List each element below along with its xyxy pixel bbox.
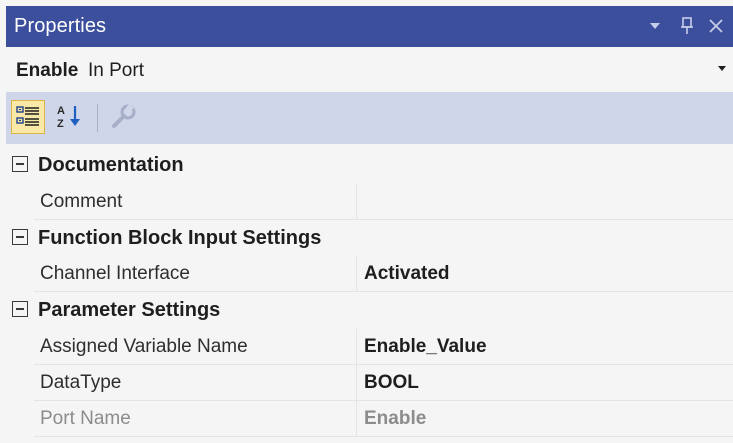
property-pages-button[interactable] — [106, 100, 140, 134]
close-icon[interactable] — [703, 12, 729, 40]
category-label: Documentation — [38, 154, 184, 176]
column-divider — [356, 184, 357, 220]
selected-object-type: In Port — [88, 60, 144, 81]
property-name: Channel Interface — [40, 263, 190, 284]
categorized-button[interactable] — [11, 100, 45, 134]
collapse-icon[interactable] — [12, 156, 28, 172]
panel-title: Properties — [14, 15, 107, 37]
property-value: Enable — [364, 408, 427, 429]
property-row-port-name[interactable]: Port Name Enable — [34, 401, 733, 437]
category-label: Function Block Input Settings — [38, 227, 322, 249]
property-name: DataType — [40, 372, 122, 393]
panel-titlebar[interactable]: Properties — [6, 6, 733, 47]
object-selector[interactable]: Enable In Port — [6, 52, 733, 90]
svg-text:Z: Z — [57, 118, 64, 130]
category-parameter-settings[interactable]: Parameter Settings — [6, 293, 733, 327]
toolbar-separator — [97, 104, 98, 132]
property-grid: Documentation Comment Function Block Inp… — [6, 148, 733, 438]
triangle-down-icon[interactable] — [642, 12, 668, 40]
category-documentation[interactable]: Documentation — [6, 148, 733, 182]
collapse-icon[interactable] — [12, 301, 28, 317]
alphabetical-icon: A Z — [57, 105, 80, 130]
property-name: Port Name — [40, 408, 131, 429]
column-divider — [356, 256, 357, 292]
alphabetical-button[interactable]: A Z — [53, 100, 87, 134]
property-name: Comment — [40, 191, 123, 212]
chevron-down-icon[interactable] — [718, 66, 726, 71]
property-row-assigned-variable-name[interactable]: Assigned Variable Name Enable_Value — [34, 329, 733, 365]
property-value[interactable]: BOOL — [364, 372, 419, 394]
properties-panel: Properties Enable In Port A Z Documentat… — [0, 0, 733, 443]
property-value[interactable]: Enable_Value — [364, 336, 487, 358]
property-pages-icon — [112, 103, 136, 128]
property-row-comment[interactable]: Comment — [34, 184, 733, 220]
categorized-icon — [16, 106, 39, 126]
category-label: Parameter Settings — [38, 299, 221, 321]
column-divider — [356, 329, 357, 365]
property-row-channel-interface[interactable]: Channel Interface Activated — [34, 256, 733, 292]
category-function-block-input-settings[interactable]: Function Block Input Settings — [6, 221, 733, 255]
property-value[interactable]: Activated — [364, 263, 450, 285]
properties-toolbar: A Z — [6, 92, 733, 144]
svg-text:A: A — [57, 105, 65, 117]
property-name: Assigned Variable Name — [40, 336, 248, 357]
column-divider — [356, 365, 357, 401]
pin-icon[interactable] — [674, 12, 700, 40]
collapse-icon[interactable] — [12, 229, 28, 245]
selected-object-name: Enable — [16, 60, 79, 81]
property-row-datatype[interactable]: DataType BOOL — [34, 365, 733, 401]
column-divider — [356, 401, 357, 437]
